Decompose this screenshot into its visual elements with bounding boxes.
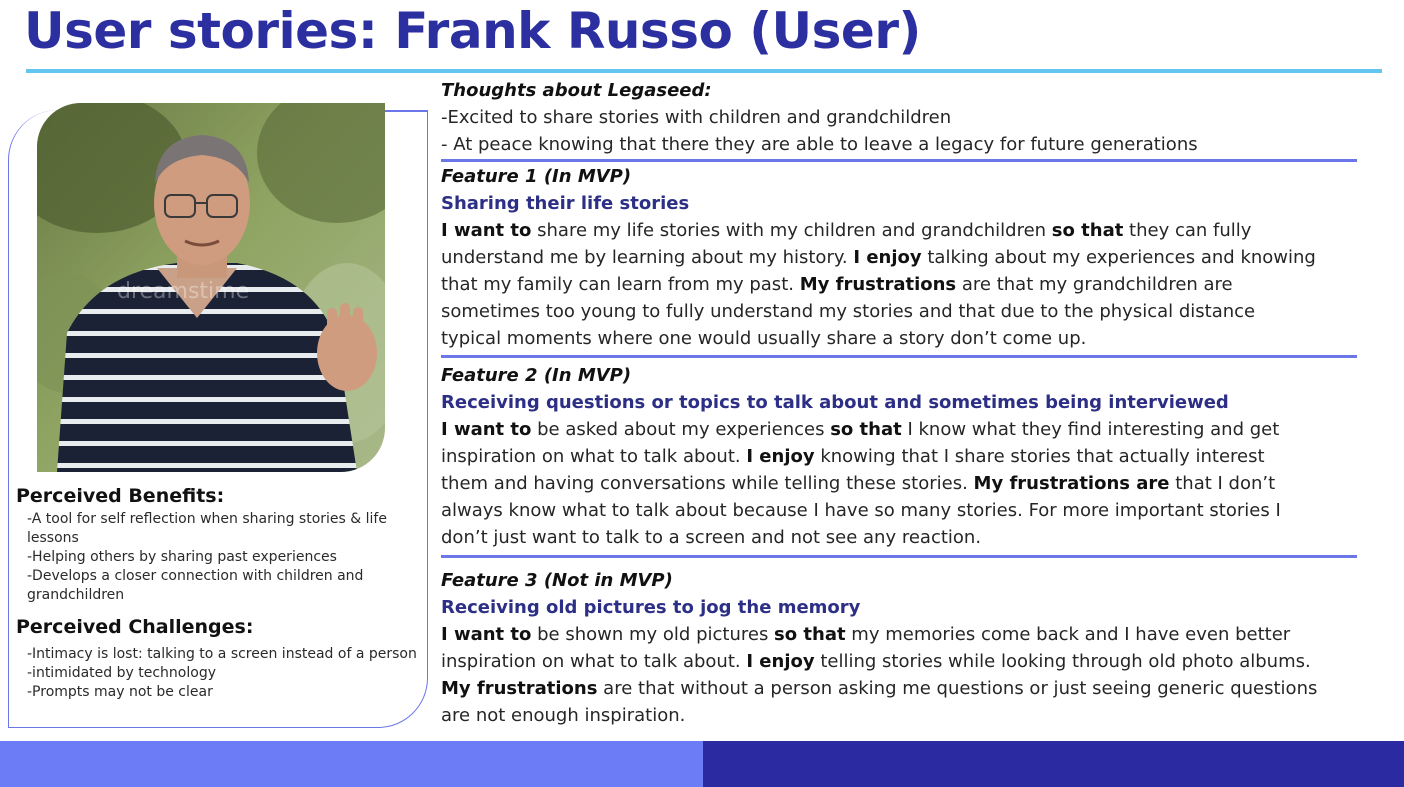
feature-body-line: are not enough inspiration. <box>441 702 1391 729</box>
body-text: knowing that I share stories that actual… <box>814 446 1265 467</box>
feature-body-line: them and having conversations while tell… <box>441 470 1391 497</box>
emphasis-text: so that <box>774 624 846 645</box>
body-text: typical moments where one would usually … <box>441 328 1087 349</box>
emphasis-text: so that <box>830 419 902 440</box>
emphasis-text: I enjoy <box>853 247 922 268</box>
emphasis-text: I want to <box>441 624 532 645</box>
challenges-heading: Perceived Challenges: <box>16 616 254 638</box>
section-divider <box>441 355 1357 358</box>
thoughts-line: - At peace knowing that there they are a… <box>441 134 1198 155</box>
challenges-section: Perceived Challenges: -Intimacy is lost:… <box>16 615 426 702</box>
persona-photo: dreamstime <box>37 103 385 472</box>
emphasis-text: My frustrations are <box>973 473 1170 494</box>
body-text: understand me by learning about my histo… <box>441 247 854 268</box>
feature-3-section: Feature 3 (Not in MVP) Receiving old pic… <box>441 567 1391 729</box>
body-text: are that my grandchildren are <box>956 274 1233 295</box>
feature-body-line: inspiration on what to talk about. I enj… <box>441 443 1391 470</box>
feature-1-section: Feature 1 (In MVP) Sharing their life st… <box>441 163 1391 352</box>
feature-subtitle: Receiving questions or topics to talk ab… <box>441 392 1229 413</box>
emphasis-text: I want to <box>441 419 532 440</box>
list-item: -A tool for self reflection when sharing… <box>27 511 387 546</box>
emphasis-text: I enjoy <box>746 651 815 672</box>
body-text: I know what they find interesting and ge… <box>901 419 1280 440</box>
feature-heading: Feature 3 (Not in MVP) <box>441 570 673 591</box>
feature-subtitle: Sharing their life stories <box>441 193 690 214</box>
feature-body: I want to be shown my old pictures so th… <box>441 621 1391 729</box>
list-item: -Helping others by sharing past experien… <box>27 549 337 565</box>
body-text: they can fully <box>1123 220 1252 241</box>
feature-subtitle: Receiving old pictures to jog the memory <box>441 597 861 618</box>
photo-watermark: dreamstime <box>117 279 249 304</box>
feature-heading: Feature 2 (In MVP) <box>441 365 632 386</box>
thoughts-section: Thoughts about Legaseed: -Excited to sha… <box>441 77 1391 158</box>
list-item: -Prompts may not be clear <box>27 684 213 700</box>
body-text: telling stories while looking through ol… <box>814 651 1311 672</box>
list-item: -Develops a closer connection with child… <box>27 568 364 603</box>
challenges-list: -Intimacy is lost: talking to a screen i… <box>16 645 426 702</box>
body-text: don’t just want to talk to a screen and … <box>441 527 982 548</box>
feature-heading: Feature 1 (In MVP) <box>441 166 632 187</box>
persona-card-topline <box>380 110 428 112</box>
body-text: always know what to talk about because I… <box>441 500 1281 521</box>
feature-body-line: inspiration on what to talk about. I enj… <box>441 648 1391 675</box>
page-title: User stories: Frank Russo (User) <box>24 2 921 60</box>
feature-body: I want to share my life stories with my … <box>441 217 1391 352</box>
list-item: -intimidated by technology <box>27 665 216 681</box>
emphasis-text: so that <box>1051 220 1124 241</box>
body-text: sometimes too young to fully understand … <box>441 301 1256 322</box>
feature-body-line: I want to be asked about my experiences … <box>441 416 1391 443</box>
feature-body-line: always know what to talk about because I… <box>441 497 1391 524</box>
feature-body-line: understand me by learning about my histo… <box>441 244 1391 271</box>
persona-photo-image: dreamstime <box>37 103 385 472</box>
feature-body-line: sometimes too young to fully understand … <box>441 298 1391 325</box>
benefits-section: Perceived Benefits: -A tool for self ref… <box>16 484 426 605</box>
body-text: be shown my old pictures <box>531 624 775 645</box>
body-text: are not enough inspiration. <box>441 705 686 726</box>
feature-body-line: don’t just want to talk to a screen and … <box>441 524 1391 551</box>
feature-2-section: Feature 2 (In MVP) Receiving questions o… <box>441 362 1391 551</box>
emphasis-text: My frustrations <box>441 678 598 699</box>
footer-band-left <box>0 741 703 787</box>
feature-body-line: I want to share my life stories with my … <box>441 217 1391 244</box>
body-text: be asked about my experiences <box>531 419 831 440</box>
thoughts-heading: Thoughts about Legaseed: <box>441 80 712 101</box>
emphasis-text: I want to <box>441 220 532 241</box>
emphasis-text: My frustrations <box>799 274 957 295</box>
thoughts-line: -Excited to share stories with children … <box>441 107 952 128</box>
footer-band-right <box>703 741 1404 787</box>
feature-body-line: My frustrations are that without a perso… <box>441 675 1391 702</box>
body-text: are that without a person asking me ques… <box>597 678 1318 699</box>
body-text: that I don’t <box>1169 473 1276 494</box>
body-text: share my life stories with my children a… <box>531 220 1052 241</box>
body-text: my memories come back and I have even be… <box>845 624 1291 645</box>
body-text: them and having conversations while tell… <box>441 473 974 494</box>
body-text: inspiration on what to talk about. <box>441 651 747 672</box>
title-underline <box>26 69 1382 73</box>
feature-body-line: that my family can learn from my past. M… <box>441 271 1391 298</box>
body-text: inspiration on what to talk about. <box>441 446 747 467</box>
body-text: talking about my experiences and knowing <box>921 247 1316 268</box>
emphasis-text: I enjoy <box>746 446 815 467</box>
section-divider <box>441 555 1357 558</box>
benefits-list: -A tool for self reflection when sharing… <box>16 510 426 605</box>
section-divider <box>441 159 1357 162</box>
feature-body: I want to be asked about my experiences … <box>441 416 1391 551</box>
list-item: -Intimacy is lost: talking to a screen i… <box>27 646 417 662</box>
feature-body-line: I want to be shown my old pictures so th… <box>441 621 1391 648</box>
benefits-heading: Perceived Benefits: <box>16 485 225 507</box>
feature-body-line: typical moments where one would usually … <box>441 325 1391 352</box>
body-text: that my family can learn from my past. <box>441 274 800 295</box>
